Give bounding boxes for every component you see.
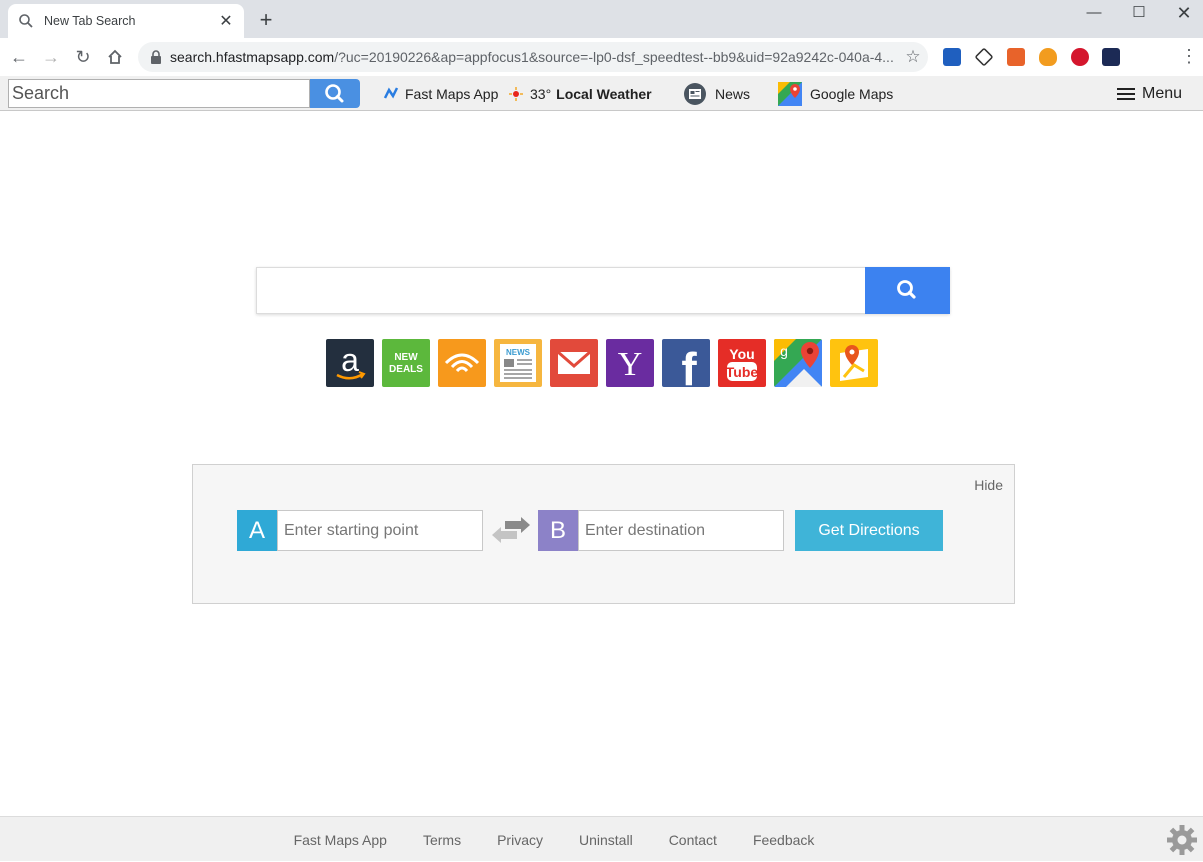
search-icon bbox=[325, 84, 344, 103]
search-icon bbox=[897, 280, 916, 299]
footer-links: Fast Maps App Terms Privacy Uninstall Co… bbox=[0, 817, 1108, 862]
gear-icon[interactable] bbox=[1166, 824, 1198, 856]
google-maps-icon: g bbox=[774, 339, 822, 387]
youtube-tile[interactable]: You Tube bbox=[718, 339, 766, 387]
footer-link-contact[interactable]: Contact bbox=[669, 832, 717, 848]
svg-text:NEWS: NEWS bbox=[506, 348, 531, 357]
hide-link[interactable]: Hide bbox=[974, 477, 1003, 493]
destination-badge: B bbox=[538, 510, 578, 551]
destination-input[interactable]: Enter destination bbox=[578, 510, 784, 551]
hamburger-icon bbox=[1117, 85, 1135, 103]
google-maps-tile[interactable]: g bbox=[774, 339, 822, 387]
news-icon bbox=[684, 82, 706, 105]
facebook-tile[interactable]: f bbox=[662, 339, 710, 387]
toolbar-search-button[interactable] bbox=[310, 79, 360, 108]
browser-menu-icon[interactable]: ⋮ bbox=[1180, 47, 1198, 65]
new-deals-icon: NEW DEALS bbox=[389, 352, 423, 375]
footer-link-terms[interactable]: Terms bbox=[423, 832, 461, 848]
fast-maps-icon bbox=[383, 86, 399, 99]
extension-diamond-icon[interactable] bbox=[974, 47, 994, 67]
main-search-input[interactable] bbox=[257, 268, 865, 313]
amazon-icon: a bbox=[336, 342, 366, 380]
start-point-input[interactable]: Enter starting point bbox=[277, 510, 483, 551]
svg-text:g: g bbox=[780, 343, 788, 359]
forward-button[interactable]: → bbox=[38, 44, 64, 70]
amazon-tile[interactable]: a bbox=[326, 339, 374, 387]
active-tab[interactable]: New Tab Search ✕ bbox=[8, 4, 244, 38]
footer-link-feedback[interactable]: Feedback bbox=[753, 832, 814, 848]
extension-toolbar: Search Fast Maps App 33° Local Weather N… bbox=[0, 76, 1203, 111]
weather-sun-icon bbox=[509, 86, 523, 101]
audible-tile[interactable] bbox=[438, 339, 486, 387]
toolbar-search-input[interactable]: Search bbox=[8, 79, 310, 108]
svg-text:Tube: Tube bbox=[726, 364, 759, 380]
tab-title: New Tab Search bbox=[44, 14, 136, 28]
address-bar[interactable]: search.hfastmapsapp.com/?uc=20190226&ap=… bbox=[138, 42, 928, 72]
newspaper-icon: NEWS bbox=[500, 344, 536, 382]
bookmark-star-icon[interactable]: ☆ bbox=[898, 47, 928, 67]
home-button[interactable] bbox=[102, 44, 128, 70]
yahoo-tile[interactable]: Y bbox=[606, 339, 654, 387]
reload-button[interactable]: ↻ bbox=[70, 44, 96, 70]
footer-link-uninstall[interactable]: Uninstall bbox=[579, 832, 633, 848]
browser-toolbar: ← → ↻ search.hfastmapsapp.com/?uc=201902… bbox=[0, 38, 1203, 103]
home-icon bbox=[108, 49, 122, 64]
map-pin-icon bbox=[840, 345, 868, 381]
footer: Fast Maps App Terms Privacy Uninstall Co… bbox=[0, 816, 1203, 861]
extension-clapper-icon[interactable] bbox=[1102, 48, 1120, 66]
svg-text:NEW: NEW bbox=[394, 352, 418, 363]
window-close-button[interactable]: ✕ bbox=[1161, 0, 1203, 30]
directions-widget: Hide A Enter starting point B Enter dest… bbox=[192, 464, 1015, 604]
minimize-button[interactable]: — bbox=[1071, 0, 1117, 30]
maximize-button[interactable]: ☐ bbox=[1116, 0, 1162, 30]
svg-text:a: a bbox=[341, 342, 359, 378]
maps-app-tile[interactable] bbox=[830, 339, 878, 387]
start-point-badge: A bbox=[237, 510, 277, 551]
gmail-tile[interactable] bbox=[550, 339, 598, 387]
local-weather-link[interactable]: 33° Local Weather bbox=[508, 76, 652, 111]
menu-button[interactable]: Menu bbox=[1117, 76, 1182, 111]
shortcut-tiles: a NEW DEALS NEWS Y f You Tube g bbox=[326, 339, 878, 387]
new-deals-tile[interactable]: NEW DEALS bbox=[382, 339, 430, 387]
news-link[interactable]: News bbox=[683, 76, 750, 111]
new-tab-button[interactable]: + bbox=[254, 8, 278, 32]
footer-link-privacy[interactable]: Privacy bbox=[497, 832, 543, 848]
audible-icon bbox=[444, 353, 480, 373]
footer-link-fast-maps-app[interactable]: Fast Maps App bbox=[294, 832, 387, 848]
facebook-icon: f bbox=[681, 343, 697, 387]
url-text: search.hfastmapsapp.com/?uc=20190226&ap=… bbox=[170, 49, 894, 65]
back-button[interactable]: ← bbox=[6, 44, 32, 70]
youtube-icon: You Tube bbox=[726, 346, 759, 381]
main-search-box bbox=[256, 267, 950, 314]
extension-maps-icon[interactable] bbox=[943, 48, 961, 66]
svg-text:Y: Y bbox=[618, 346, 643, 383]
yahoo-icon: Y bbox=[618, 346, 643, 383]
extension-bag-icon[interactable] bbox=[1039, 48, 1057, 66]
swap-arrows-icon[interactable] bbox=[491, 517, 531, 545]
svg-text:f: f bbox=[681, 343, 697, 387]
close-tab-icon[interactable]: ✕ bbox=[218, 11, 234, 31]
get-directions-button[interactable]: Get Directions bbox=[795, 510, 943, 551]
svg-text:You: You bbox=[729, 346, 754, 362]
google-maps-icon bbox=[778, 81, 802, 106]
main-search-button[interactable] bbox=[865, 267, 950, 314]
fast-maps-app-link[interactable]: Fast Maps App bbox=[383, 76, 498, 111]
news-tile[interactable]: NEWS bbox=[494, 339, 542, 387]
mail-icon bbox=[557, 350, 591, 374]
extension-shield-icon[interactable] bbox=[1007, 48, 1025, 66]
extension-film-icon[interactable] bbox=[1071, 48, 1089, 66]
search-icon bbox=[19, 14, 33, 28]
tab-strip: New Tab Search ✕ + — ☐ ✕ bbox=[0, 0, 1203, 38]
lock-icon bbox=[151, 50, 161, 64]
google-maps-link[interactable]: Google Maps bbox=[778, 76, 893, 111]
svg-text:DEALS: DEALS bbox=[389, 364, 423, 375]
